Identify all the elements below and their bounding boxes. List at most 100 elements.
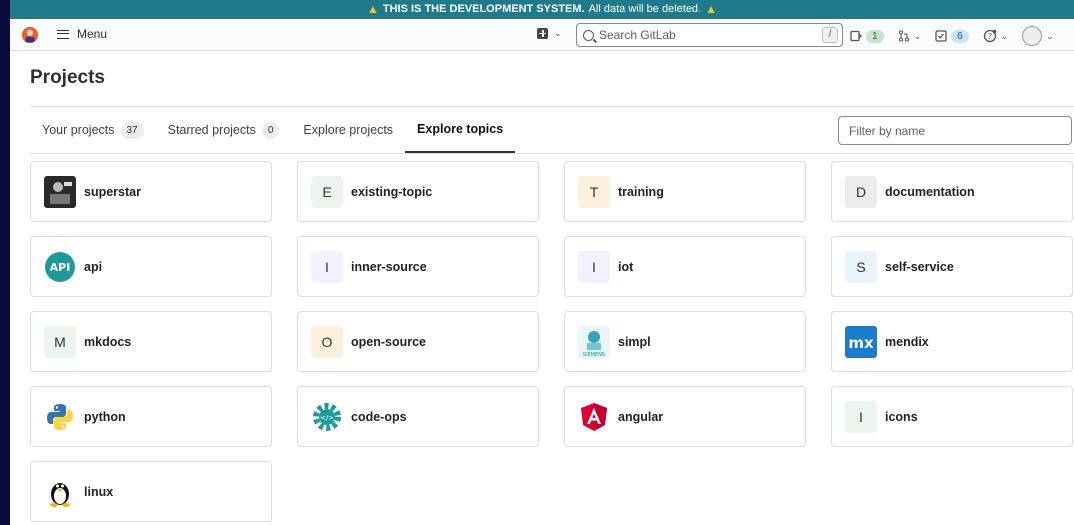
topic-name: iot [618,259,634,274]
linux-tux-logo-icon [44,476,76,508]
tab-label: Explore projects [303,123,394,137]
topic-name: simpl [618,334,651,349]
tab-starred-projects[interactable]: Starred projects 0 [156,107,292,153]
svg-text:</>: </> [320,414,334,422]
svg-text:SIEMENS: SIEMENS [583,352,605,358]
issues-button[interactable]: 1 [850,29,884,43]
chevron-down-icon: ⌄ [913,30,922,41]
topic-card-open-source[interactable]: Oopen-source [297,311,539,372]
merge-requests-dropdown[interactable]: ⌄ [898,30,922,42]
dev-system-banner: ▲ THIS IS THE DEVELOPMENT SYSTEM. All da… [10,0,1074,19]
topic-name: api [84,259,103,274]
topic-name: self-service [885,259,954,274]
topic-card-angular[interactable]: angular [564,386,806,447]
topic-card-icons[interactable]: Iicons [831,386,1073,447]
search-shortcut-key: / [822,27,838,43]
warning-icon: ▲ [705,2,717,16]
search-input[interactable] [599,28,817,42]
tab-count-badge: 0 [261,121,280,139]
tab-label: Explore topics [417,122,504,136]
tab-label: Your projects [42,123,115,137]
merge-request-icon [898,30,909,42]
topic-card-code-ops[interactable]: </> code-ops [297,386,539,447]
topic-name: angular [618,409,664,424]
tabs-divider [30,153,1074,154]
angular-logo-icon [578,401,610,433]
app-window: ▲ THIS IS THE DEVELOPMENT SYSTEM. All da… [10,0,1074,525]
page-title: Projects [30,67,105,88]
topic-name: python [84,409,126,424]
topic-letter-avatar: D [845,175,877,208]
todos-button[interactable]: 6 [935,29,969,43]
gitlab-logo-icon[interactable] [21,26,39,44]
navbar-icons: 1 ⌄ 6 ? ⌄ ⌄ [850,26,1054,46]
hamburger-icon [57,29,69,39]
banner-text: All data will be deleted. [588,3,702,15]
mendix-logo-icon: mx [845,325,877,358]
create-new-dropdown[interactable]: ⌄ [537,28,562,39]
topic-letter-avatar: I [578,250,610,283]
topic-card-superstar[interactable]: superstar [30,161,272,222]
topic-name: code-ops [351,409,407,424]
topic-name: documentation [885,184,975,199]
topic-card-simpl[interactable]: SIEMENS simpl [564,311,806,372]
topic-name: open-source [351,334,427,349]
topic-name: mkdocs [84,334,132,349]
topic-card-mendix[interactable]: mx mendix [831,311,1073,372]
svg-text:API: API [50,261,71,274]
topic-card-existing-topic[interactable]: Eexisting-topic [297,161,539,222]
superstar-photo-icon [44,175,76,208]
topic-letter-avatar: T [578,175,610,208]
help-question-icon: ? [983,29,996,43]
tab-count-badge: 37 [120,121,144,139]
topic-card-api[interactable]: API api [30,236,272,297]
topic-name: training [618,184,664,199]
topic-card-self-service[interactable]: Sself-service [831,236,1073,297]
topics-grid: superstar Eexisting-topic Ttraining Ddocume… [30,161,1073,522]
warning-icon: ▲ [367,2,379,16]
topic-card-documentation[interactable]: Ddocumentation [831,161,1073,222]
topic-letter-avatar: O [311,325,343,358]
topic-letter-avatar: I [845,400,877,433]
search-icon [583,29,594,41]
topic-name: linux [84,484,114,499]
tab-label: Starred projects [167,123,256,137]
code-ops-gear-logo-icon: </> [311,401,343,433]
top-navbar: Menu ⌄ / 1 ⌄ 6 ? ⌄ [10,19,1074,51]
python-logo-icon [44,401,76,433]
topic-name: mendix [885,334,929,349]
menu-button[interactable]: Menu [57,27,107,41]
topic-letter-avatar: I [311,250,343,283]
topic-name: superstar [84,184,141,199]
chevron-down-icon: ⌄ [1000,30,1009,41]
projects-tabs: Your projects 37 Starred projects 0 Expl… [30,107,516,153]
svg-text:mx: mx [848,334,874,352]
topic-letter-avatar: E [311,175,343,208]
topic-letter-avatar: M [44,325,76,358]
topic-card-linux[interactable]: linux [30,461,272,522]
api-logo-icon: API [44,251,76,283]
topic-card-mkdocs[interactable]: Mmkdocs [30,311,272,372]
user-menu-dropdown[interactable]: ⌄ [1022,26,1054,46]
topic-letter-avatar: S [845,250,877,283]
topic-card-python[interactable]: python [30,386,272,447]
tab-explore-topics[interactable]: Explore topics [405,107,516,153]
topic-name: existing-topic [351,184,433,199]
menu-label: Menu [77,27,108,41]
chevron-down-icon: ⌄ [1046,30,1054,41]
topic-card-inner-source[interactable]: Iinner-source [297,236,539,297]
issues-icon [850,30,862,42]
banner-strong-text: THIS IS THE DEVELOPMENT SYSTEM. [382,3,585,15]
filter-by-name-input[interactable] [838,116,1072,145]
search-box[interactable]: / [576,23,843,47]
plus-square-icon [537,28,548,39]
todo-checkbox-icon [935,30,947,42]
todos-count-badge: 6 [951,29,969,43]
svg-text:?: ? [988,32,992,41]
user-avatar [1022,26,1043,46]
help-dropdown[interactable]: ? ⌄ [983,29,1009,43]
tab-your-projects[interactable]: Your projects 37 [30,107,156,153]
topic-card-training[interactable]: Ttraining [564,161,806,222]
tab-explore-projects[interactable]: Explore projects [291,107,405,153]
topic-card-iot[interactable]: Iiot [564,236,806,297]
